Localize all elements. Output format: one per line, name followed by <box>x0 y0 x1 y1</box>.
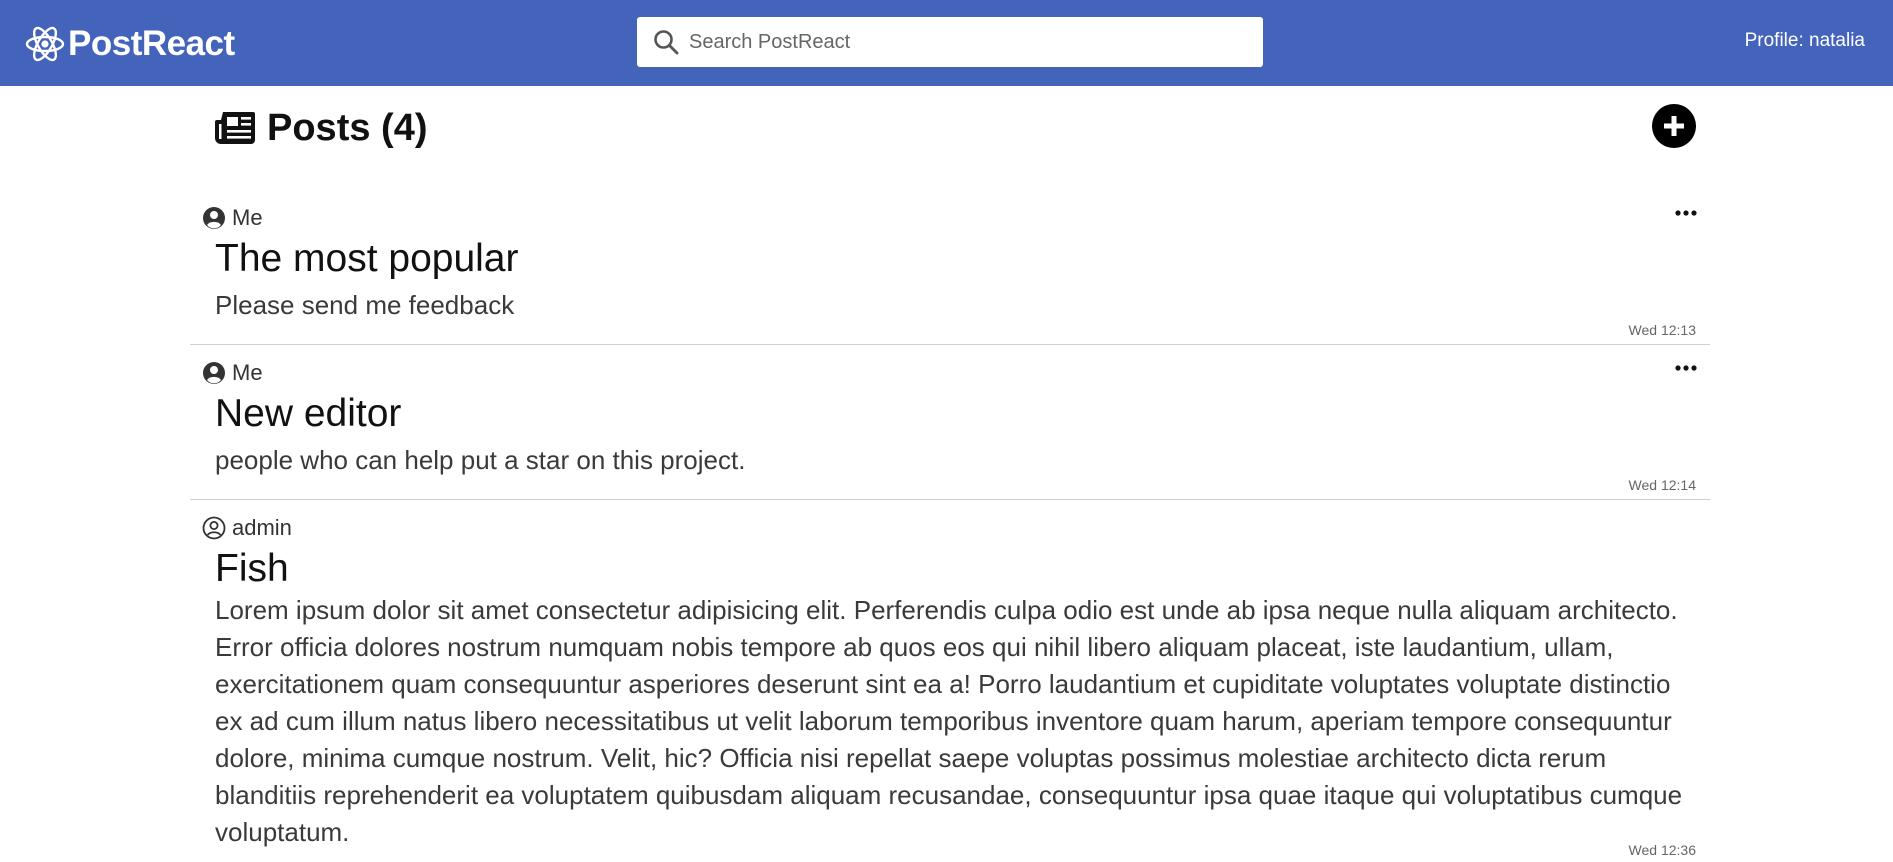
post-timestamp: Wed 12:36 <box>1628 842 1696 858</box>
search-input[interactable] <box>689 22 1249 62</box>
search-box <box>637 17 1263 67</box>
page-header: Posts (4) <box>215 104 427 152</box>
plus-icon <box>1664 116 1684 136</box>
post-item: admin Fish Lorem ipsum dolor sit amet co… <box>190 507 1710 862</box>
post-body: people who can help put a star on this p… <box>215 445 746 475</box>
post-author: Me <box>202 360 263 386</box>
newspaper-icon <box>215 112 255 144</box>
post-author: admin <box>202 515 292 541</box>
post-title[interactable]: Fish <box>215 547 289 591</box>
post-item: Me New editor people who can help put a … <box>190 352 1710 500</box>
user-circle-outline-icon <box>202 516 226 540</box>
post-title[interactable]: New editor <box>215 392 401 436</box>
post-timestamp: Wed 12:14 <box>1628 477 1696 493</box>
brand-name: PostReact <box>68 24 235 63</box>
post-author: Me <box>202 205 263 231</box>
post-body: Please send me feedback <box>215 290 515 320</box>
profile-link[interactable]: Profile: natalia <box>1745 30 1865 52</box>
user-circle-solid-icon <box>203 207 225 229</box>
ellipsis-icon <box>1675 210 1697 216</box>
post-menu-button[interactable] <box>1674 205 1698 221</box>
page-title: Posts (4) <box>267 106 428 149</box>
main-content: Posts (4) Me The most popular Please sen… <box>190 86 1710 862</box>
add-post-button[interactable] <box>1652 104 1696 148</box>
author-name: admin <box>232 515 292 540</box>
post-title[interactable]: The most popular <box>215 237 519 281</box>
author-name: Me <box>232 205 263 230</box>
ellipsis-icon <box>1675 365 1697 371</box>
post-item: Me The most popular Please send me feedb… <box>190 197 1710 345</box>
user-circle-solid-icon <box>203 362 225 384</box>
brand-link[interactable]: PostReact <box>24 22 235 66</box>
post-menu-button[interactable] <box>1674 360 1698 376</box>
post-timestamp: Wed 12:13 <box>1628 322 1696 338</box>
post-body: Lorem ipsum dolor sit amet consectetur a… <box>215 595 1683 847</box>
author-name: Me <box>232 360 263 385</box>
search-icon <box>654 30 679 55</box>
react-atom-icon <box>25 26 65 62</box>
top-navbar: PostReact Profile: natalia <box>0 0 1893 86</box>
